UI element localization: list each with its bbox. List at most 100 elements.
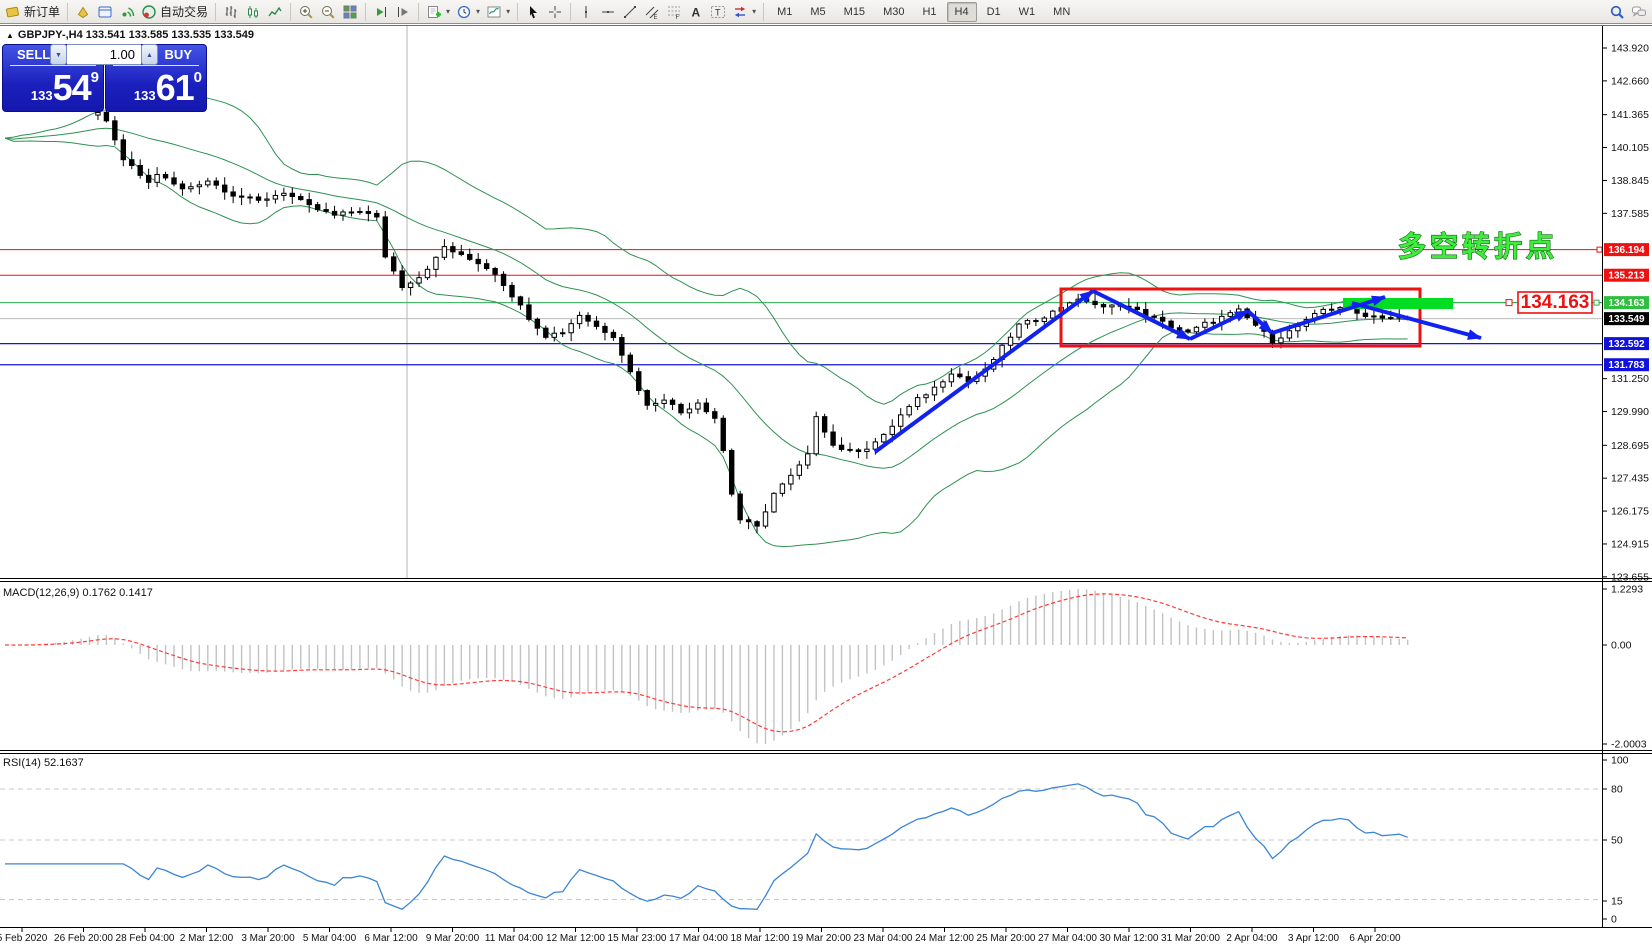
- candle-bull: [696, 403, 700, 409]
- candle-bull: [949, 374, 953, 382]
- candle-bull: [789, 475, 793, 484]
- candle-bear: [603, 326, 607, 332]
- candle-bull: [1329, 309, 1333, 310]
- candles-layer: [96, 108, 1410, 533]
- candle-bear: [704, 403, 708, 412]
- candle-bull: [941, 382, 945, 387]
- time-tick-label: 3 Apr 12:00: [1288, 933, 1340, 944]
- candle-bear: [611, 332, 615, 337]
- buy-price: 133610: [106, 67, 202, 109]
- symbol-ohlc-text: GBPJPY-,H4 133.541 133.585 133.535 133.5…: [18, 29, 254, 41]
- macd-tick-label: 1.2293: [1611, 584, 1643, 596]
- candle-bull: [408, 283, 412, 287]
- candle-bull: [1110, 305, 1114, 307]
- macd-tick-label: 0.00: [1611, 640, 1632, 652]
- time-tick-label: 5 Feb 2020: [0, 933, 48, 944]
- candle-bull: [1203, 322, 1207, 327]
- turning-point-annotation[interactable]: 多空转折点: [1398, 230, 1558, 263]
- candle-bull: [932, 387, 936, 395]
- candle-bear: [535, 319, 539, 328]
- candle-bull: [577, 315, 581, 323]
- candle-bull: [425, 269, 429, 277]
- candle-bear: [231, 192, 235, 196]
- candle-bear: [484, 264, 488, 269]
- volume-decrease-button[interactable]: ▼: [50, 44, 67, 65]
- collapse-panel-icon[interactable]: ▲: [6, 31, 14, 40]
- volume-increase-button[interactable]: ▲: [141, 44, 158, 65]
- candle-bear: [755, 522, 759, 526]
- candle-bear: [586, 315, 590, 321]
- time-tick-label: 30 Mar 12:00: [1100, 933, 1159, 944]
- candle-bear: [349, 212, 353, 213]
- candle-bear: [1380, 316, 1384, 318]
- candle-bear: [375, 213, 379, 216]
- candle-bear: [307, 200, 311, 205]
- consolidation-red-box[interactable]: [1061, 289, 1420, 346]
- time-tick-label: 9 Mar 20:00: [426, 933, 480, 944]
- sell-price: 133549: [3, 67, 99, 109]
- rsi-tick-label: 15: [1611, 896, 1623, 908]
- candle-bear: [831, 432, 835, 445]
- candle-bear: [146, 175, 150, 182]
- candle-bull: [434, 257, 438, 269]
- price-badge-text: 135.213: [1608, 271, 1645, 282]
- candle-bear: [1101, 305, 1105, 307]
- time-tick-label: 31 Mar 20:00: [1161, 933, 1220, 944]
- time-tick-label: 19 Mar 20:00: [792, 933, 851, 944]
- candle-bear: [299, 197, 303, 200]
- candle-bear: [493, 269, 497, 275]
- price-tick-label: 124.915: [1611, 538, 1649, 550]
- candle-bull: [552, 333, 556, 337]
- candle-bear: [510, 285, 514, 296]
- price-badge-text: 133.549: [1608, 314, 1645, 325]
- price-badge-text: 131.783: [1608, 360, 1645, 371]
- bollinger-middle-band: [5, 128, 1408, 468]
- price-badge-text: 132.592: [1608, 339, 1645, 350]
- time-tick-label: 6 Mar 12:00: [364, 933, 418, 944]
- candle-bull: [96, 112, 100, 115]
- candle-bull: [662, 400, 666, 403]
- rsi-tick-label: 50: [1611, 835, 1623, 847]
- time-tick-label: 17 Mar 04:00: [669, 933, 728, 944]
- candle-bull: [882, 434, 886, 442]
- candle-bear: [645, 391, 649, 406]
- candle-bear: [1160, 317, 1164, 321]
- price-tick-label: 143.920: [1611, 43, 1649, 55]
- trend-arrow-3[interactable]: [1248, 311, 1272, 333]
- candle-bear: [239, 196, 243, 197]
- candle-bull: [197, 185, 201, 187]
- candle-bear: [958, 374, 962, 377]
- candle-bear: [392, 257, 396, 271]
- trend-arrow-1[interactable]: [1093, 291, 1190, 339]
- candle-bull: [1287, 331, 1291, 338]
- volume-input[interactable]: [67, 44, 141, 65]
- candle-bear: [730, 450, 734, 494]
- time-tick-label: 15 Mar 23:00: [608, 933, 667, 944]
- price-tick-label: 131.250: [1611, 373, 1649, 385]
- candle-bull: [1372, 316, 1376, 317]
- candle-bear: [738, 494, 742, 520]
- candle-bull: [1025, 321, 1029, 324]
- candle-bull: [915, 398, 919, 407]
- candle-bear: [679, 404, 683, 412]
- candle-bull: [265, 199, 269, 200]
- candle-bull: [358, 212, 362, 213]
- candle-bull: [899, 415, 903, 426]
- time-axis: 5 Feb 202026 Feb 20:0028 Feb 04:002 Mar …: [0, 928, 1401, 944]
- time-tick-label: 2 Apr 04:00: [1226, 933, 1278, 944]
- candle-bear: [130, 160, 134, 166]
- candle-bear: [332, 211, 336, 215]
- candle-bull: [561, 333, 565, 334]
- candle-bull: [873, 442, 877, 449]
- candle-bull: [1008, 337, 1012, 345]
- candle-bull: [273, 195, 277, 199]
- trend-arrow-2[interactable]: [1190, 311, 1248, 339]
- candle-bear: [476, 259, 480, 263]
- candle-bear: [822, 417, 826, 432]
- price-tick-label: 140.105: [1611, 142, 1649, 154]
- candle-bull: [1279, 338, 1283, 343]
- rsi-tick-label: 80: [1611, 784, 1623, 796]
- candle-bull: [653, 403, 657, 405]
- price-tick-label: 128.695: [1611, 440, 1649, 452]
- candle-bear: [383, 217, 387, 257]
